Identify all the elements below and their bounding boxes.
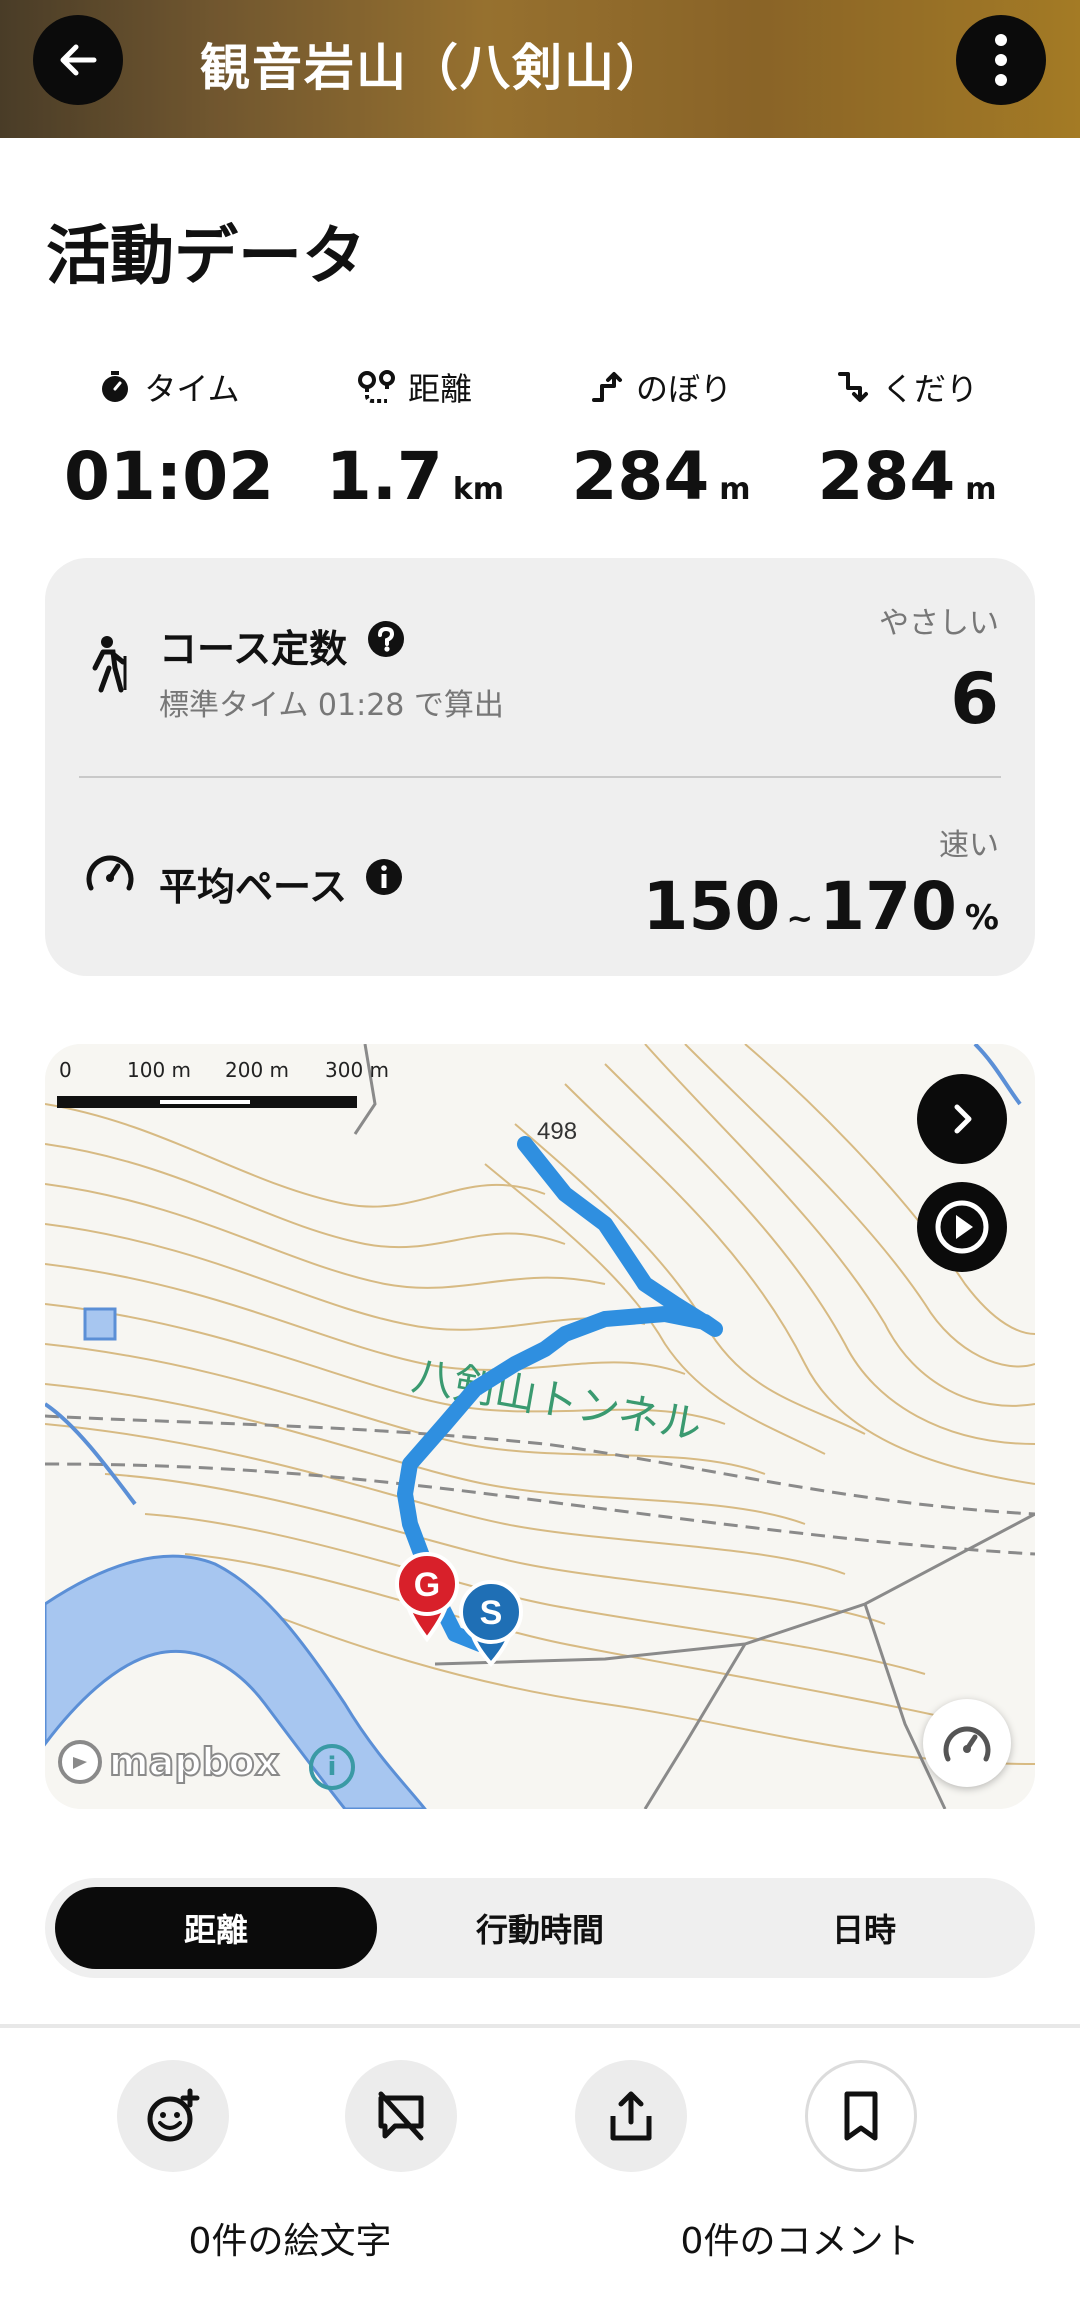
tab-activity-time-label: 行動時間 (475, 1911, 604, 1949)
play-circle-icon (935, 1200, 989, 1254)
pace-range-tilde: ~ (786, 899, 814, 937)
share-button[interactable] (575, 2060, 687, 2172)
tab-date-time-label: 日時 (831, 1911, 896, 1949)
stat-descent-label: くだり (881, 370, 978, 408)
stat-descent-value: 284 (817, 438, 956, 515)
header-bar: 観音岩山（八剣山） (0, 0, 1080, 138)
mapbox-wordmark: mapbox (108, 1739, 280, 1785)
stat-distance-unit: km (452, 472, 505, 507)
stopwatch-icon (102, 371, 129, 402)
course-stats-card: コース定数 標準タイム 01:28 で算出 やさしい 6 平均ペース 速い 15… (45, 558, 1035, 976)
scale-label-0: 0 (59, 1058, 72, 1082)
emoji-count-label[interactable]: 0件の絵文字 (130, 2212, 450, 2264)
stat-distance: 距離 1.7 km (290, 362, 540, 515)
stat-distance-value: 1.7 (325, 438, 443, 515)
add-emoji-button[interactable] (117, 2060, 229, 2172)
comment-count-label[interactable]: 0件のコメント (620, 2212, 980, 2264)
stat-time-label: タイム (144, 370, 240, 408)
topographic-map: 八剣山トンネル 498 G S (45, 1044, 1035, 1809)
chevron-right-icon (954, 1104, 972, 1134)
route-pin-icon (357, 370, 395, 403)
bookmark-icon (844, 2091, 878, 2141)
map-info-button[interactable]: i (309, 1744, 355, 1790)
stat-time: タイム 01:02 (44, 362, 294, 515)
speedometer-icon (943, 1726, 991, 1762)
pace-unit: % (964, 898, 999, 938)
tab-distance-label: 距離 (183, 1911, 248, 1949)
map-replay-button[interactable] (917, 1182, 1007, 1272)
section-title: 活動データ (46, 220, 366, 294)
stat-descent-unit: m (965, 472, 997, 507)
map-info-glyph: i (327, 1752, 337, 1782)
bookmark-button[interactable] (805, 2060, 917, 2172)
scale-label-300: 300 m (325, 1058, 390, 1082)
average-pace-value: 150 ~170% (643, 868, 999, 945)
pace-min-value: 150 (642, 868, 781, 945)
stat-ascent-value: 284 (571, 438, 710, 515)
ascent-icon (591, 372, 622, 402)
route-map[interactable]: 八剣山トンネル 498 G S 0 100 m 200 m 300 m mapb… (45, 1044, 1035, 1809)
tab-date-time[interactable]: 日時 (703, 1887, 1025, 1969)
stat-ascent-label: のぼり (635, 370, 732, 408)
share-icon (610, 2091, 652, 2141)
elevation-label: 498 (537, 1118, 577, 1145)
comments-disabled-button[interactable] (345, 2060, 457, 2172)
average-pace-title: 平均ペース (159, 865, 348, 909)
goal-marker-label: G (414, 1566, 440, 1604)
bottom-divider (0, 2024, 1080, 2028)
page-title: 観音岩山（八剣山） (200, 39, 668, 97)
help-icon[interactable] (367, 620, 405, 658)
speedometer-icon (86, 855, 134, 891)
descent-icon (837, 372, 868, 402)
course-constant-subtitle: 標準タイム 01:28 で算出 (159, 688, 504, 723)
course-constant-value: 6 (950, 658, 999, 740)
stat-ascent-unit: m (719, 472, 751, 507)
map-next-button[interactable] (917, 1074, 1007, 1164)
tab-distance[interactable]: 距離 (55, 1887, 377, 1969)
mapbox-attribution[interactable]: mapbox (57, 1739, 280, 1785)
scale-label-100: 100 m (127, 1058, 192, 1082)
mapbox-logo-icon (58, 1740, 102, 1784)
course-constant-title: コース定数 (159, 627, 348, 671)
more-vertical-icon (995, 34, 1007, 86)
map-pace-button[interactable] (923, 1699, 1011, 1787)
stat-distance-label: 距離 (407, 370, 472, 408)
arrow-left-icon (60, 44, 97, 76)
stat-ascent: のぼり 284 m (536, 362, 786, 515)
pace-speed-label: 速い (939, 828, 999, 863)
comment-off-icon (378, 2091, 424, 2141)
hiker-icon (92, 636, 127, 693)
sort-segmented-control: 距離 行動時間 日時 (45, 1878, 1035, 1978)
tab-activity-time[interactable]: 行動時間 (379, 1887, 701, 1969)
stat-time-value: 01:02 (63, 438, 275, 515)
course-difficulty-label: やさしい (879, 606, 999, 641)
scale-label-200: 200 m (225, 1058, 290, 1082)
card-divider (79, 776, 1001, 778)
start-marker-label: S (480, 1594, 503, 1632)
info-icon[interactable] (365, 858, 403, 896)
stat-descent: くだり 284 m (782, 362, 1032, 515)
more-options-button[interactable] (956, 15, 1046, 105)
pace-max-value: 170 (819, 868, 957, 945)
emoji-add-icon (147, 2088, 200, 2142)
back-button[interactable] (33, 15, 123, 105)
